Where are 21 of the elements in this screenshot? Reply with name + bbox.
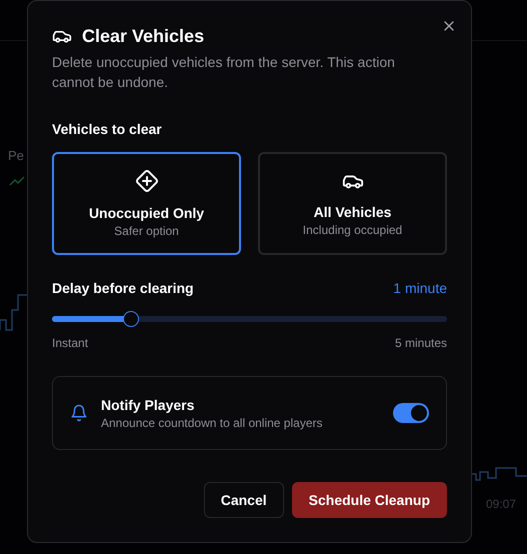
delay-label: Delay before clearing	[52, 279, 194, 298]
slider-max-label: 5 minutes	[394, 335, 447, 351]
stat-label: Pe	[8, 147, 24, 165]
delay-slider[interactable]	[52, 311, 447, 327]
cancel-button[interactable]: Cancel	[204, 482, 284, 518]
option-card[interactable]: Unoccupied Only Safer option	[52, 152, 241, 255]
notify-title: Notify Players	[101, 396, 196, 415]
notify-description: Announce countdown to all online players	[101, 415, 324, 431]
trend-icon	[9, 176, 25, 186]
slider-thumb[interactable]	[123, 311, 139, 327]
option-card[interactable]: All Vehicles Including occupied	[258, 152, 447, 255]
section-label: Vehicles to clear	[52, 120, 163, 139]
delay-reading: 1 minute	[393, 279, 447, 298]
schedule-button[interactable]: Schedule Cleanup	[292, 482, 447, 518]
dialog-description: Delete unoccupied vehicles from the server. This action cannot be undone.	[52, 53, 396, 92]
slider-min-label: Instant	[52, 335, 88, 351]
dialog-title: Clear Vehicles	[82, 25, 204, 48]
diamond-plus-icon	[134, 168, 158, 192]
time-label: 09:07	[486, 496, 516, 513]
bell-icon	[70, 404, 88, 422]
notify-switch[interactable]	[393, 403, 429, 423]
